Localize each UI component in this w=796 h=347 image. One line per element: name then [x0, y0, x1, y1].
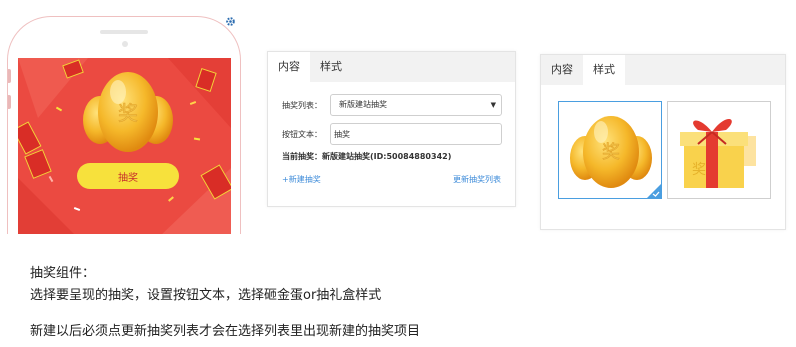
tab-content[interactable]: 内容 [541, 55, 583, 85]
phone-camera [122, 41, 128, 47]
panel-tabs: 内容 样式 [268, 52, 515, 82]
gift-glyph: 奖 [692, 161, 706, 178]
new-lottery-link[interactable]: +新建抽奖 [282, 174, 321, 185]
lottery-list-select[interactable]: 新版建站抽奖 ▼ [330, 94, 502, 116]
button-text-label: 按钮文本： [282, 130, 322, 139]
content-settings-panel: 内容 样式 抽奖列表： 新版建站抽奖 ▼ 按钮文本： 当前抽奖：新版建站抽奖(I… [267, 51, 516, 207]
chevron-down-icon: ▼ [490, 101, 496, 109]
style-option-giftbox[interactable]: 奖 [667, 101, 771, 199]
egg-glyph: 奖 [602, 142, 620, 163]
egg-glyph: 奖 [118, 101, 138, 125]
current-lottery-text: 当前抽奖：新版建站抽奖(ID:50084880342) [282, 152, 452, 161]
gift-box-icon: 奖 [680, 118, 756, 188]
caption-title: 抽奖组件： [30, 266, 96, 281]
lottery-list-value: 新版建站抽奖 [339, 100, 387, 109]
tab-content[interactable]: 内容 [268, 52, 310, 82]
phone-preview: 奖 抽奖 [7, 16, 241, 234]
lottery-list-row: 抽奖列表： [282, 100, 322, 111]
refresh-lottery-list-link[interactable]: 更新抽奖列表 [453, 174, 501, 185]
tab-style[interactable]: 样式 [583, 55, 625, 85]
gear-icon[interactable] [225, 16, 236, 27]
caption-description: 选择要呈现的抽奖，设置按钮文本，选择砸金蛋or抽礼盒样式 [30, 288, 382, 303]
lottery-widget-preview[interactable]: 奖 抽奖 [18, 58, 231, 234]
button-text-input[interactable] [330, 123, 502, 145]
golden-egg-illustration: 奖 [83, 72, 173, 152]
phone-side-button [8, 95, 11, 109]
style-option-egg[interactable]: 奖 [558, 101, 662, 199]
current-lottery-info: 当前抽奖：新版建站抽奖(ID:50084880342) [282, 151, 451, 162]
phone-side-button [8, 69, 11, 83]
panel-tabs: 内容 样式 [541, 55, 785, 85]
style-settings-panel: 内容 样式 奖 奖 [540, 54, 786, 230]
lottery-button[interactable]: 抽奖 [77, 163, 179, 189]
tab-style[interactable]: 样式 [310, 52, 352, 82]
lottery-list-label: 抽奖列表： [282, 101, 322, 110]
phone-speaker [100, 30, 148, 34]
button-text-row: 按钮文本： [282, 129, 322, 140]
caption-note: 新建以后必须点更新抽奖列表才会在选择列表里出现新建的抽奖项目 [30, 324, 421, 339]
selected-check-icon [647, 184, 661, 198]
